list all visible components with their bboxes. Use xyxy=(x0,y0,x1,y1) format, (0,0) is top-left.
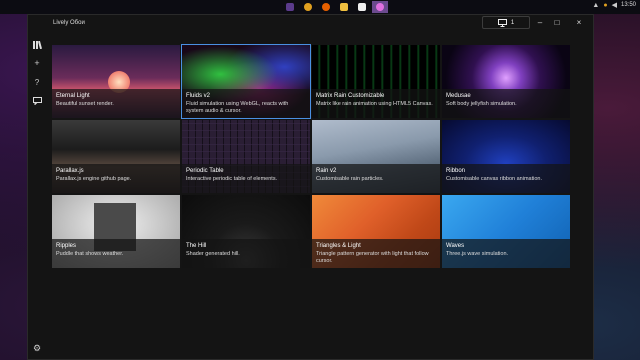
wallpaper-card-ripples[interactable]: Ripples Puddle that shows weather. xyxy=(52,195,180,268)
monitor-icon xyxy=(497,18,507,27)
maximize-button[interactable]: □ xyxy=(550,17,564,28)
wallpaper-card-periodic-table[interactable]: Periodic Table Interactive periodic table… xyxy=(182,120,310,193)
calendar-icon[interactable] xyxy=(354,1,370,13)
feedback-icon[interactable] xyxy=(31,95,43,107)
clock[interactable]: 13:50 xyxy=(621,2,636,8)
explorer-icon[interactable] xyxy=(282,1,298,13)
wallpaper-card-fluids-v2[interactable]: Fluids v2 Fluid simulation using WebGL, r… xyxy=(181,44,311,119)
settings-gear-icon[interactable]: ⚙ xyxy=(31,342,43,354)
wallpaper-card-rain-v2[interactable]: Rain v2 Customisable rain particles. xyxy=(312,120,440,193)
lively-icon[interactable] xyxy=(372,1,388,13)
wallpaper-card-waves[interactable]: Waves Three.js wave simulation. xyxy=(442,195,570,268)
taskbar: ▲ ● ◀ 13:50 xyxy=(0,0,640,14)
help-icon[interactable]: ? xyxy=(31,76,43,88)
titlebar[interactable]: Lively Обои 1 – □ × xyxy=(28,15,593,32)
lively-window: Lively Обои 1 – □ × + ? ⚙ Eternal Light B… xyxy=(27,14,594,360)
volume-icon[interactable]: ◀ xyxy=(612,1,617,9)
taskbar-apps xyxy=(282,1,388,13)
wallpaper-card-medusae[interactable]: Medusae Soft body jellyfish simulation. xyxy=(442,45,570,118)
chrome-tray-icon[interactable]: ● xyxy=(603,2,607,9)
wallpaper-card-parallax[interactable]: Parallax.js Parallax.js engine github pag… xyxy=(52,120,180,193)
wallpaper-card-triangles-light[interactable]: Triangles & Light Triangle pattern genera… xyxy=(312,195,440,268)
network-icon[interactable]: ▲ xyxy=(592,2,599,9)
close-button[interactable]: × xyxy=(572,17,586,28)
system-tray: ▲ ● ◀ 13:50 xyxy=(592,1,636,10)
screen-count: 1 xyxy=(510,19,515,26)
add-wallpaper-icon[interactable]: + xyxy=(31,57,43,69)
wallpaper-card-matrix-rain[interactable]: Matrix Rain Customizable Matrix like rain… xyxy=(312,45,440,118)
folder-icon[interactable] xyxy=(336,1,352,13)
wallpaper-card-ribbon[interactable]: Ribbon Customisable canvas ribbon animati… xyxy=(442,120,570,193)
library-icon[interactable] xyxy=(31,39,43,51)
firefox-icon[interactable] xyxy=(318,1,334,13)
sidebar: + ? ⚙ xyxy=(28,33,46,359)
chrome-icon[interactable] xyxy=(300,1,316,13)
window-title: Lively Обои xyxy=(53,20,85,26)
screen-selector-button[interactable]: 1 xyxy=(482,16,530,29)
wallpaper-card-eternal-light[interactable]: Eternal Light Beautiful sunset render. xyxy=(52,45,180,118)
wallpaper-card-the-hill[interactable]: The Hill Shader generated hill. xyxy=(182,195,310,268)
minimize-button[interactable]: – xyxy=(533,17,547,28)
